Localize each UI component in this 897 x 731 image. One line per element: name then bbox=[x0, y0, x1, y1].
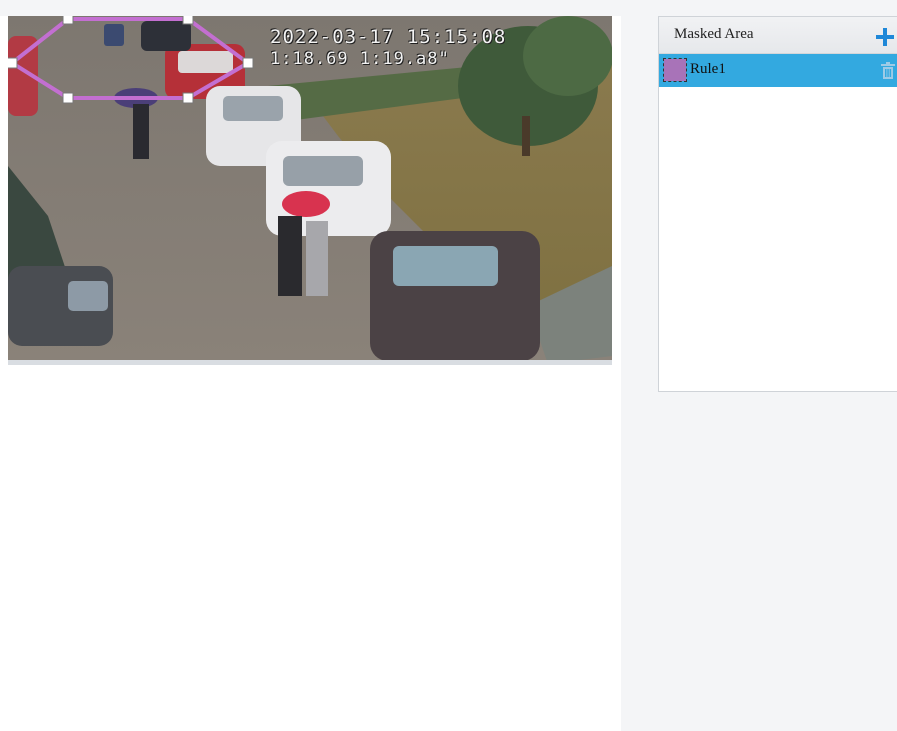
mask-handle bbox=[242, 57, 254, 69]
video-bottom-bar bbox=[8, 360, 612, 365]
rule-row-rule1[interactable]: Rule1 bbox=[659, 54, 897, 87]
mask-handle bbox=[62, 92, 74, 104]
rule-color-swatch[interactable] bbox=[663, 58, 687, 82]
osd-subtext: 1:18.69 1:19.a8" bbox=[270, 49, 450, 69]
plus-icon[interactable] bbox=[875, 27, 895, 47]
mask-handle bbox=[8, 57, 18, 69]
mask-handle bbox=[62, 16, 74, 25]
trash-icon[interactable] bbox=[881, 62, 895, 79]
osd-datetime: 2022-03-17 15:15:08 bbox=[270, 26, 507, 48]
panel-header: Masked Area bbox=[659, 17, 897, 54]
privacy-mask-page: 2022-03-17 15:15:08 1:18.69 1:19.a8" Mas… bbox=[0, 0, 897, 731]
panel-title: Masked Area bbox=[674, 26, 754, 42]
mask-handle bbox=[182, 16, 194, 25]
live-video-view[interactable]: 2022-03-17 15:15:08 1:18.69 1:19.a8" bbox=[8, 16, 612, 364]
rule-name: Rule1 bbox=[690, 61, 726, 77]
mask-handle bbox=[182, 92, 194, 104]
masked-area-panel: Masked Area Rule1 bbox=[658, 16, 897, 392]
